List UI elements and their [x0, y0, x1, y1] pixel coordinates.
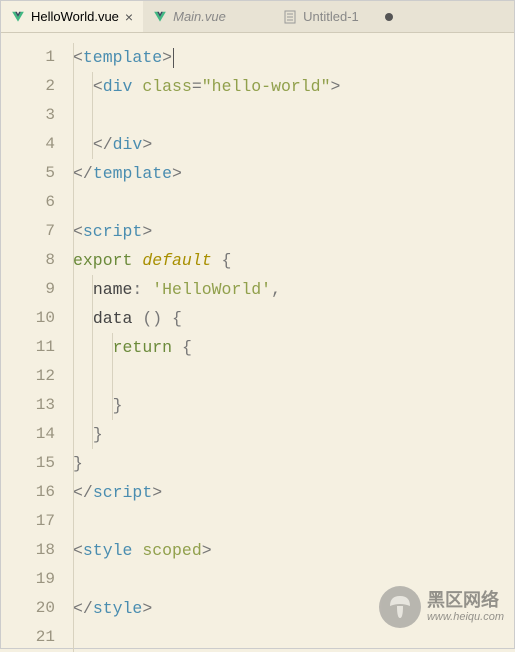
code-line: } — [73, 449, 514, 478]
vue-icon — [153, 10, 167, 24]
tab-bar: HelloWorld.vue × Main.vue Untitled-1 — [1, 1, 514, 33]
line-number: 20 — [1, 594, 55, 623]
unsaved-dot-icon — [385, 13, 393, 21]
line-number: 4 — [1, 130, 55, 159]
code-line: name: 'HelloWorld', — [73, 275, 514, 304]
line-number: 18 — [1, 536, 55, 565]
code-line: </template> — [73, 159, 514, 188]
mushroom-icon — [379, 586, 421, 628]
code-line: export default { — [73, 246, 514, 275]
line-number: 6 — [1, 188, 55, 217]
watermark-subtitle: www.heiqu.com — [427, 611, 504, 623]
line-number: 13 — [1, 391, 55, 420]
code-line — [73, 507, 514, 536]
line-number: 21 — [1, 623, 55, 652]
line-number: 11 — [1, 333, 55, 362]
vue-icon — [11, 10, 25, 24]
line-number: 14 — [1, 420, 55, 449]
line-number: 15 — [1, 449, 55, 478]
code-line: </script> — [73, 478, 514, 507]
code-line: <script> — [73, 217, 514, 246]
code-line — [73, 101, 514, 130]
tab-label: Main.vue — [173, 9, 226, 24]
code-line: data () { — [73, 304, 514, 333]
line-number: 2 — [1, 72, 55, 101]
line-number: 10 — [1, 304, 55, 333]
watermark-title: 黑区网络 — [427, 591, 504, 611]
code-line: </div> — [73, 130, 514, 159]
code-line: <div class="hello-world"> — [73, 72, 514, 101]
tab-helloworld-vue[interactable]: HelloWorld.vue × — [1, 1, 143, 32]
watermark: 黑区网络 www.heiqu.com — [379, 586, 504, 628]
code-line: } — [73, 420, 514, 449]
line-number: 5 — [1, 159, 55, 188]
code-line: } — [73, 391, 514, 420]
line-number: 9 — [1, 275, 55, 304]
code-area[interactable]: <template> <div class="hello-world"> </d… — [73, 33, 514, 648]
code-line — [73, 188, 514, 217]
line-number: 12 — [1, 362, 55, 391]
code-line: return { — [73, 333, 514, 362]
code-line: <style scoped> — [73, 536, 514, 565]
line-number: 7 — [1, 217, 55, 246]
code-line — [73, 362, 514, 391]
tab-main-vue[interactable]: Main.vue — [143, 1, 273, 32]
code-line: <template> — [73, 43, 514, 72]
editor: 123456789101112131415161718192021 <templ… — [1, 33, 514, 648]
line-number: 19 — [1, 565, 55, 594]
line-number: 3 — [1, 101, 55, 130]
line-number: 17 — [1, 507, 55, 536]
line-number: 8 — [1, 246, 55, 275]
line-number-gutter: 123456789101112131415161718192021 — [1, 33, 73, 648]
line-number: 16 — [1, 478, 55, 507]
line-number: 1 — [1, 43, 55, 72]
tab-label: HelloWorld.vue — [31, 9, 119, 24]
close-icon[interactable]: × — [125, 9, 133, 25]
tab-label: Untitled-1 — [303, 9, 359, 24]
file-icon — [283, 10, 297, 24]
tab-untitled-1[interactable]: Untitled-1 — [273, 1, 403, 32]
